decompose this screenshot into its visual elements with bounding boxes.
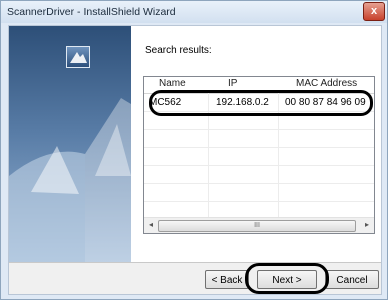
scroll-left-icon[interactable]: ◂ [146, 220, 156, 230]
cancel-button[interactable]: Cancel [325, 270, 379, 289]
search-results-heading: Search results: [145, 45, 212, 56]
column-header-name[interactable]: Name [159, 78, 186, 89]
back-button[interactable]: < Back [205, 270, 249, 289]
scroll-right-icon[interactable]: ▸ [362, 220, 372, 230]
column-header-ip[interactable]: IP [228, 78, 237, 89]
wizard-content: Search results: Name IP MAC Address MC56… [131, 26, 381, 262]
empty-row [144, 166, 374, 184]
highlight-ring-next [245, 263, 329, 294]
empty-row [144, 130, 374, 148]
close-icon: x [370, 5, 378, 17]
column-header-mac[interactable]: MAC Address [296, 78, 357, 89]
highlight-ring-row [149, 90, 373, 116]
search-results-list[interactable]: Name IP MAC Address MC562 192.168.0.2 00… [143, 76, 375, 234]
close-button[interactable]: x [363, 2, 385, 21]
horizontal-scrollbar[interactable]: ◂ III ▸ [144, 217, 374, 233]
title-bar: ScannerDriver - InstallShield Wizard x [1, 1, 387, 23]
wizard-client-area: Search results: Name IP MAC Address MC56… [8, 25, 382, 295]
empty-row [144, 184, 374, 202]
empty-row [144, 148, 374, 166]
scroll-thumb[interactable]: III [158, 220, 356, 232]
scroll-thumb-grip: III [254, 222, 260, 229]
window-title: ScannerDriver - InstallShield Wizard [7, 6, 176, 18]
wizard-window: ScannerDriver - InstallShield Wizard x S… [0, 0, 388, 300]
side-banner [9, 26, 131, 262]
button-bar: < Back Next > Cancel [9, 262, 381, 294]
installshield-logo-icon [66, 46, 90, 68]
